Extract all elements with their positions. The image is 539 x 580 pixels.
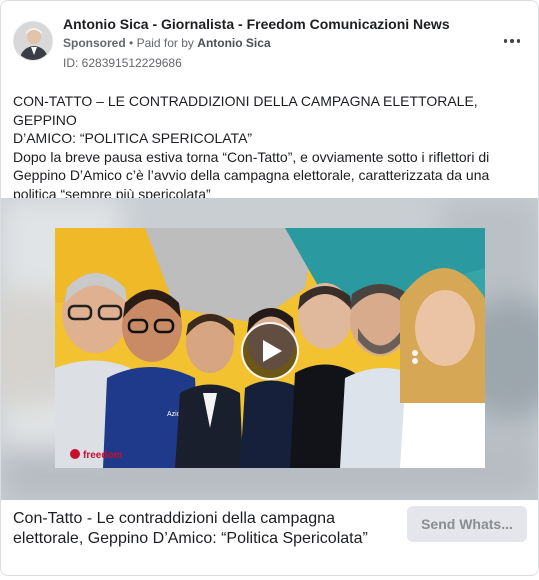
freedom-logo: freedom xyxy=(83,450,123,461)
sponsored-label: Sponsored xyxy=(63,36,126,50)
con-tatto-signature: Con-Tatto xyxy=(440,440,485,453)
post-text: CON-TATTO – LE CONTRADDIZIONI DELLA CAMP… xyxy=(13,92,528,203)
link-title[interactable]: Con-Tatto - Le contraddizioni della camp… xyxy=(13,509,393,549)
page-avatar[interactable] xyxy=(13,21,53,61)
more-options-button[interactable] xyxy=(500,33,524,49)
sponsor-line: Sponsored • Paid for by Antonio Sica xyxy=(63,36,271,50)
post-header: Antonio Sica - Giornalista - Freedom Com… xyxy=(13,13,526,73)
play-icon xyxy=(263,340,282,362)
send-whatsapp-button[interactable]: Send Whats... xyxy=(407,506,527,542)
page-name-link[interactable]: Antonio Sica - Giornalista - Freedom Com… xyxy=(63,16,450,32)
post-headline-line: D’AMICO: “POLITICA SPERICOLATA” xyxy=(13,130,253,146)
separator-dot: • xyxy=(129,36,134,50)
link-title-line: Con-Tatto - Le contraddizioni della camp… xyxy=(13,510,335,527)
post-body-line: Geppino D’Amico c’è l’avvio della campag… xyxy=(13,167,490,183)
more-horizontal-icon xyxy=(503,39,522,43)
link-title-line: elettorale, Geppino D’Amico: “Politica S… xyxy=(13,530,368,547)
play-button[interactable] xyxy=(241,322,299,380)
ad-card: Antonio Sica - Giornalista - Freedom Com… xyxy=(0,0,539,576)
link-footer: Con-Tatto - Le contraddizioni della camp… xyxy=(1,500,538,575)
paid-for-by-name[interactable]: Antonio Sica xyxy=(197,36,270,50)
post-headline-line: CON-TATTO – LE CONTRADDIZIONI DELLA CAMP… xyxy=(13,93,478,128)
paid-for-by-label: Paid for by xyxy=(136,36,194,50)
ad-id: ID: 628391512229686 xyxy=(63,56,182,70)
post-body-line: Dopo la breve pausa estiva torna “Con-Ta… xyxy=(13,148,490,165)
